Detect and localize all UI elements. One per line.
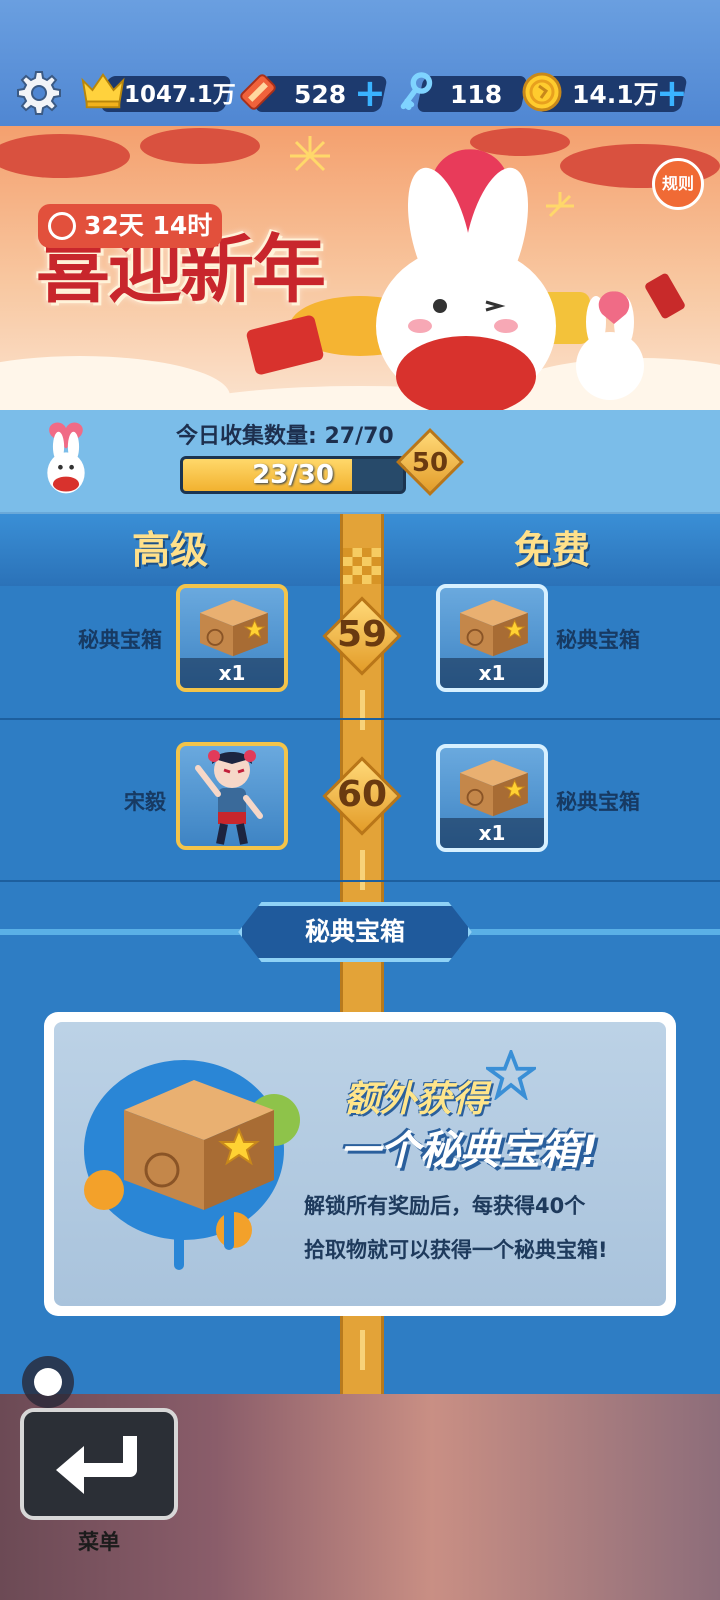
coins-value: 14.1万 bbox=[572, 80, 659, 109]
ticket-icon bbox=[240, 74, 276, 110]
level-60-number: 60 bbox=[336, 774, 388, 815]
floating-assist-button[interactable] bbox=[22, 1356, 74, 1408]
character-portrait-icon bbox=[195, 750, 263, 845]
premium-column-header: 高级 bbox=[0, 514, 340, 586]
road-lane-mark bbox=[360, 850, 365, 890]
bonus-description-line-2: 拾取物就可以获得一个秘典宝箱! bbox=[304, 1238, 608, 1262]
key-icon bbox=[400, 72, 433, 111]
menu-label: 菜单 bbox=[78, 1530, 120, 1554]
coin-icon bbox=[522, 72, 562, 112]
row-divider bbox=[0, 880, 720, 882]
section-title: 秘典宝箱 bbox=[304, 917, 405, 946]
add-tickets-button[interactable]: + bbox=[354, 74, 386, 112]
rules-button[interactable]: 规则 bbox=[652, 158, 704, 210]
reward-quantity: x1 bbox=[180, 658, 284, 688]
stopwatch-icon bbox=[48, 212, 76, 240]
current-tier-number: 50 bbox=[411, 448, 449, 478]
road-checker-pattern bbox=[343, 548, 381, 584]
settings-gear-icon[interactable] bbox=[16, 70, 62, 116]
premium-reward-name: 秘典宝箱 bbox=[78, 628, 162, 652]
row-divider bbox=[0, 718, 720, 720]
premium-character-slot[interactable] bbox=[176, 742, 288, 850]
free-column-header: 免费 bbox=[384, 514, 720, 586]
reward-quantity: x1 bbox=[440, 818, 544, 848]
bonus-description: 解锁所有奖励后，每获得40个 拾取物就可以获得一个秘典宝箱! bbox=[304, 1184, 660, 1272]
bonus-description-line-1: 解锁所有奖励后，每获得40个 bbox=[304, 1194, 586, 1218]
tickets-value: 528 bbox=[294, 80, 347, 109]
tier-progress-text: 23/30 bbox=[252, 460, 334, 490]
keys-value: 118 bbox=[450, 80, 503, 109]
free-reward-name: 秘典宝箱 bbox=[556, 628, 640, 652]
menu-back-button[interactable] bbox=[20, 1408, 178, 1520]
mystery-chest-icon bbox=[460, 599, 528, 657]
level-59-number: 59 bbox=[336, 614, 388, 655]
bonus-headline-2: 一个秘典宝箱! bbox=[340, 1128, 599, 1174]
road-lane-mark bbox=[360, 1330, 365, 1370]
crown-icon bbox=[81, 72, 125, 109]
mystery-chest-icon bbox=[460, 759, 528, 817]
free-reward-slot[interactable]: x1 bbox=[436, 744, 548, 852]
mystery-chest-icon bbox=[200, 599, 268, 657]
return-arrow-icon bbox=[56, 1436, 137, 1494]
premium-reward-name: 宋毅 bbox=[124, 790, 166, 814]
premium-reward-slot[interactable]: x1 bbox=[176, 584, 288, 692]
free-reward-name: 秘典宝箱 bbox=[556, 790, 640, 814]
crown-value: 1047.1万 bbox=[124, 82, 236, 108]
reward-quantity: x1 bbox=[440, 658, 544, 688]
sparkle-star-icon bbox=[486, 1050, 536, 1100]
bonus-chest-illustration bbox=[84, 1060, 300, 1270]
free-reward-slot[interactable]: x1 bbox=[436, 584, 548, 692]
road-lane-mark bbox=[360, 690, 365, 730]
new-year-event-banner: 喜迎新年 bbox=[0, 126, 720, 410]
daily-collect-count: 今日收集数量: 27/70 bbox=[176, 424, 394, 449]
add-coins-button[interactable]: + bbox=[656, 74, 688, 112]
bunny-mascot-icon bbox=[47, 422, 85, 494]
bonus-headline-1: 额外获得 bbox=[344, 1079, 489, 1120]
